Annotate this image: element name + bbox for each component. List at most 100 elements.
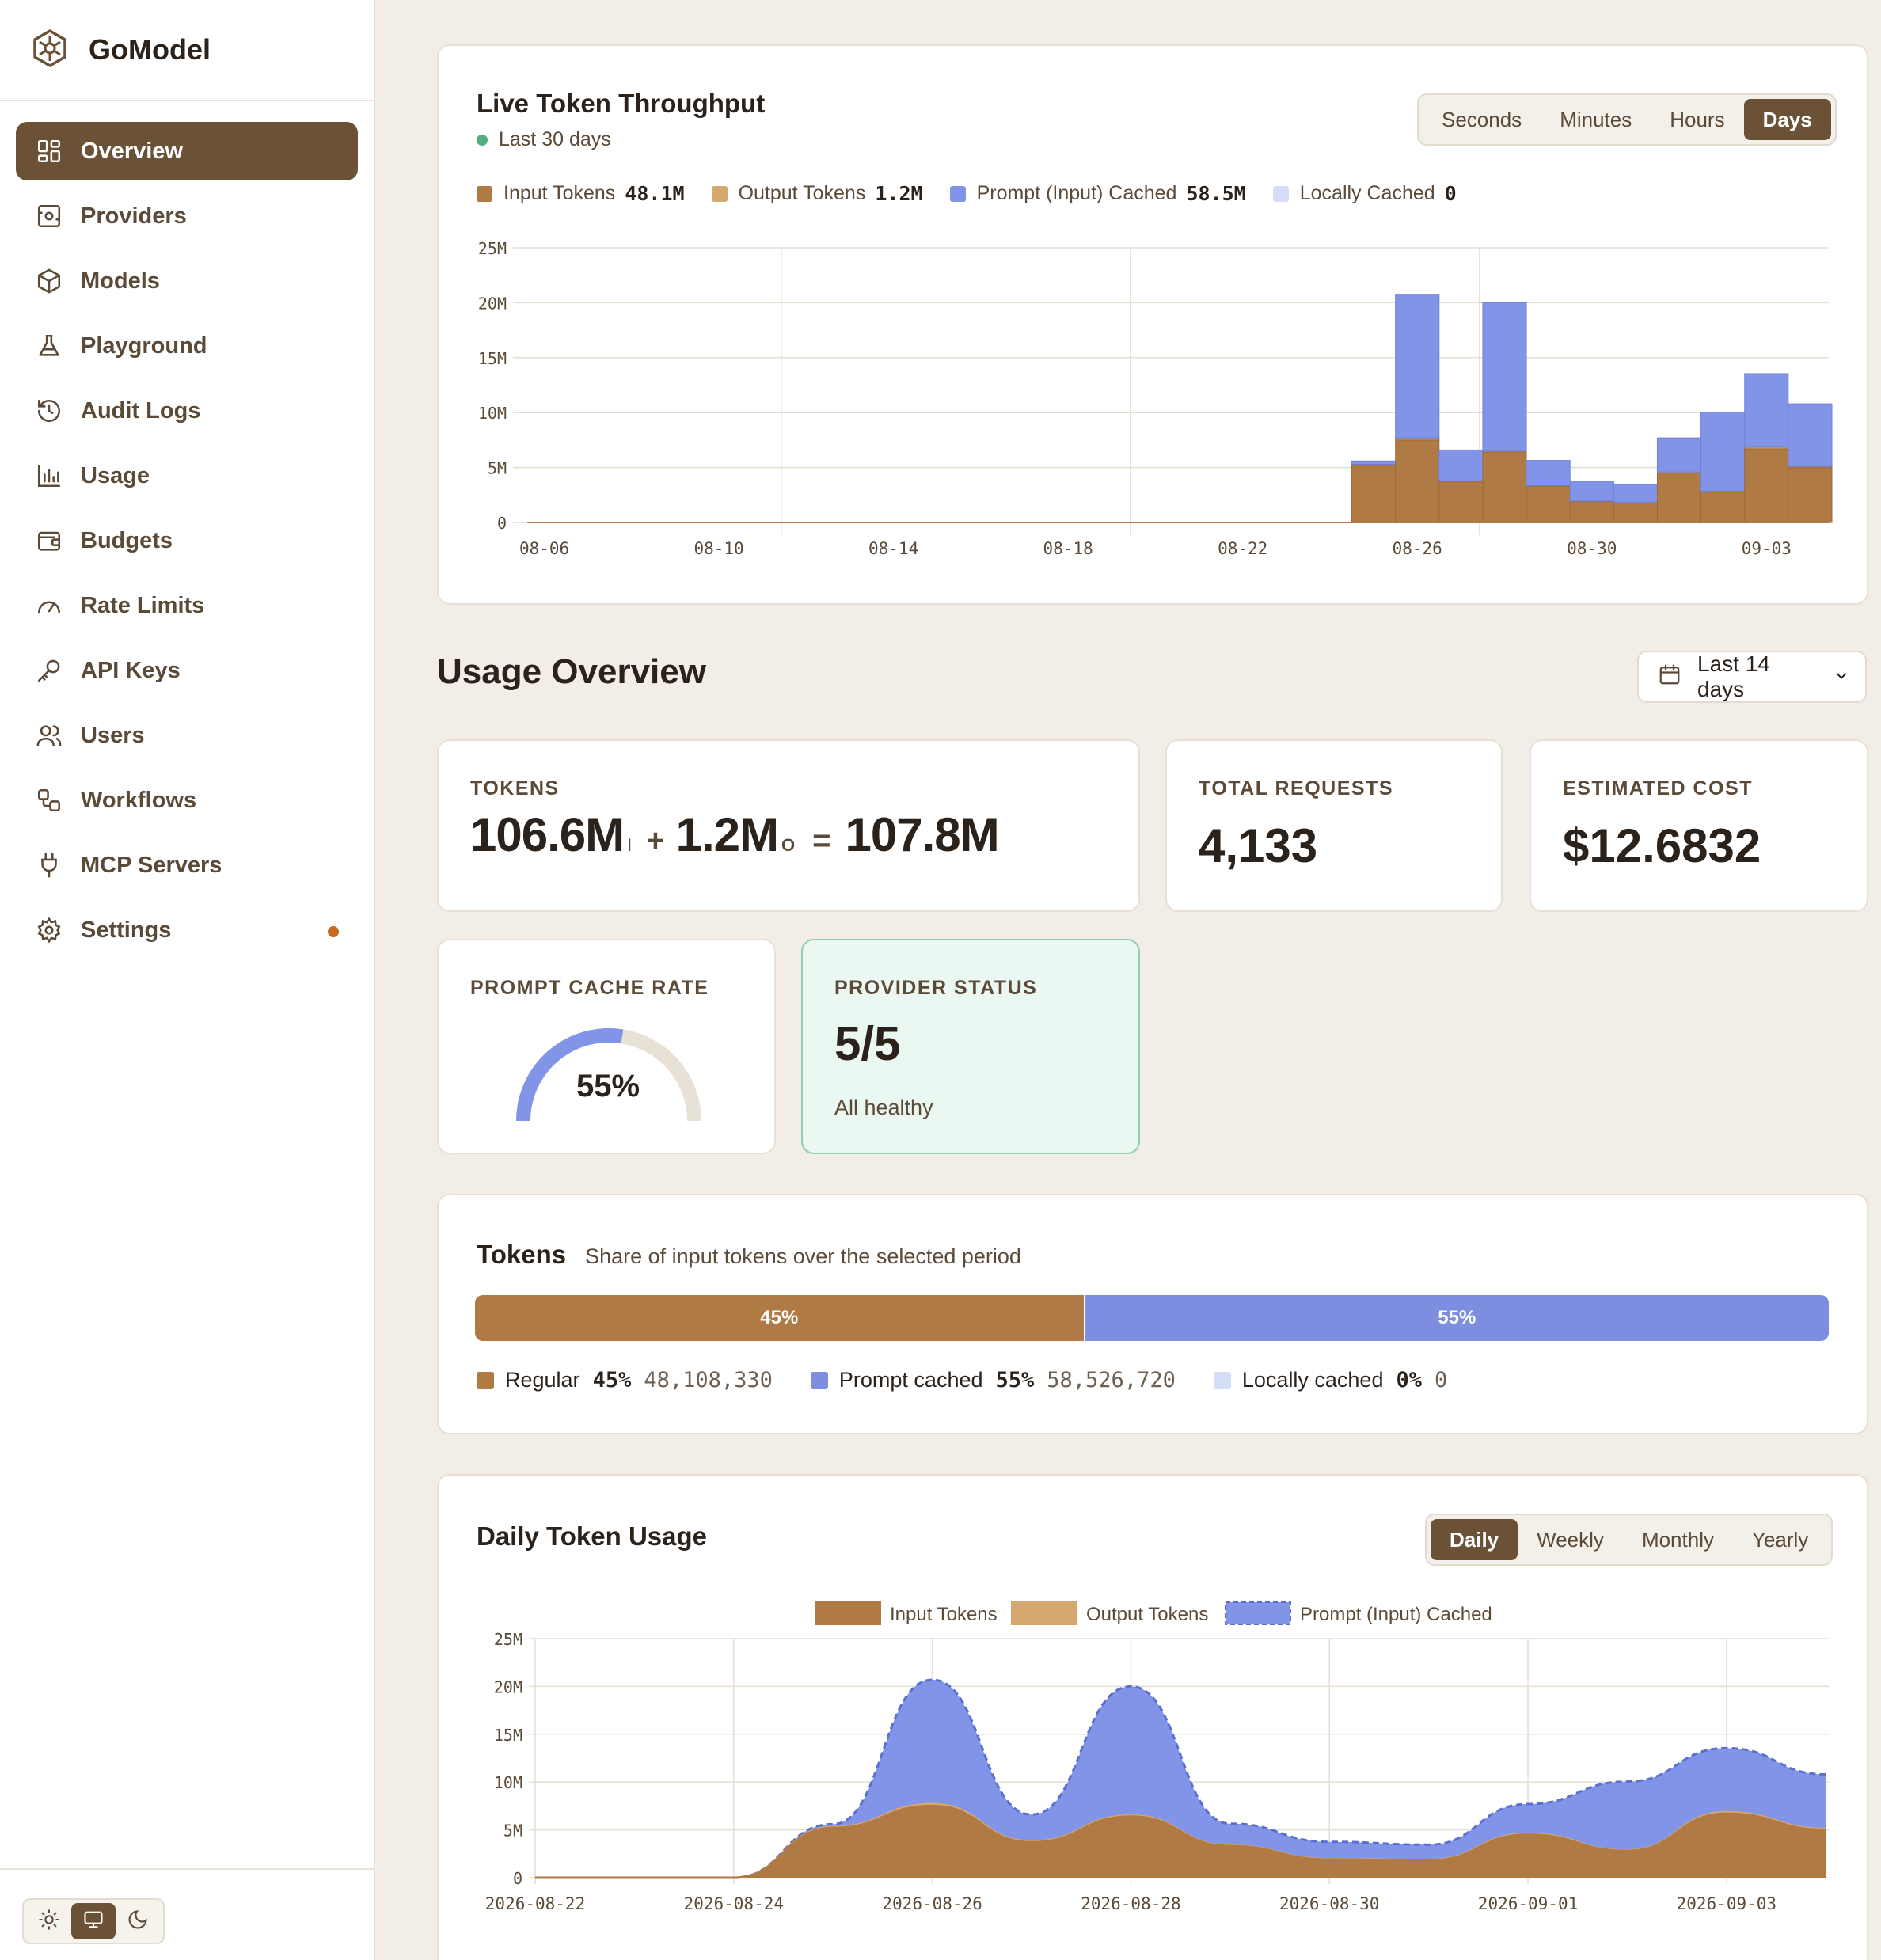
x-tick-label: 08-18	[1043, 539, 1093, 558]
x-tick-label: 08-14	[868, 539, 918, 558]
bar-prompt-input-cached	[1526, 460, 1571, 487]
y-tick-label: 5M	[504, 1821, 522, 1840]
sidebar-item-label: Overview	[81, 138, 183, 164]
usage-overview-title: Usage Overview	[437, 652, 706, 691]
tokens-metric-card: TOKENS 106.6M I + 1.2M O = 107.8M	[437, 739, 1140, 912]
y-tick-label: 0	[497, 514, 507, 533]
legend-input-tokens: Input Tokens	[890, 1604, 998, 1625]
bar-input-tokens	[1700, 491, 1746, 523]
bar-input-tokens	[1351, 465, 1396, 523]
bar-chart-icon	[35, 462, 63, 490]
brand[interactable]: GoModel	[0, 0, 374, 101]
cache-rate-value: 55%	[576, 1069, 640, 1103]
sidebar-item-label: Workflows	[81, 787, 197, 813]
sidebar-item-budgets[interactable]: Budgets	[16, 511, 358, 570]
throughput-chart: 0 5M 10M 15M 20M 25M 08-06 08-10 08-14 08-18 08-22…	[478, 239, 1833, 558]
theme-system-button[interactable]	[71, 1903, 116, 1939]
y-tick-label: 10M	[478, 404, 507, 423]
y-tick-label: 0	[513, 1869, 522, 1888]
plug-icon	[35, 851, 63, 879]
metric-label: ESTIMATED COST	[1563, 777, 1753, 800]
daily-usage-chart: Input Tokens Output Tokens Prompt (Input) …	[485, 1601, 1829, 1913]
tokens-metric-value: 106.6M I + 1.2M O = 107.8M	[470, 807, 1000, 862]
input-suffix: I	[627, 835, 633, 855]
bar-input-tokens	[1395, 439, 1440, 523]
bar-input-tokens	[1438, 481, 1484, 523]
equals-sign: =	[812, 823, 831, 858]
x-tick-label: 08-10	[694, 539, 743, 558]
x-tick-label: 08-26	[1393, 539, 1442, 558]
sidebar-footer	[0, 1868, 375, 1960]
gear-icon	[35, 916, 63, 944]
sidebar-item-models[interactable]: Models	[16, 252, 358, 310]
sidebar-item-overview[interactable]: Overview	[16, 122, 358, 180]
key-icon	[35, 656, 63, 685]
calendar-icon	[1658, 663, 1697, 692]
bar-prompt-input-cached	[1482, 302, 1527, 452]
sidebar-item-api-keys[interactable]: API Keys	[16, 641, 358, 700]
history-icon	[35, 397, 63, 425]
plus-sign: +	[646, 823, 665, 858]
provider-status-card[interactable]: PROVIDER STATUS 5/5 All healthy	[801, 939, 1140, 1154]
total-requests-card: TOTAL REQUESTS 4,133	[1165, 739, 1503, 912]
y-tick-label: 15M	[478, 349, 507, 368]
tokens-share-bar: 45% 55%	[475, 1295, 1829, 1341]
bar-input-tokens	[1656, 473, 1702, 523]
bar-input-tokens	[1482, 451, 1527, 523]
bar-prompt-input-cached	[1700, 412, 1746, 492]
legend-regular: Regular 45% 48,108,330	[477, 1368, 773, 1392]
app-name: GoModel	[89, 33, 211, 66]
sidebar-item-settings[interactable]: Settings	[16, 901, 358, 959]
x-tick-label: 2026-08-26	[882, 1894, 982, 1913]
metric-label: PROVIDER STATUS	[834, 977, 1038, 999]
notification-dot	[328, 926, 339, 937]
x-tick-label: 2026-08-22	[485, 1894, 585, 1913]
bar-prompt-input-cached	[1569, 481, 1614, 502]
total-requests-value: 4,133	[1199, 819, 1318, 872]
users-icon	[35, 721, 63, 750]
monitor-icon	[82, 1909, 104, 1935]
estimated-cost-card: ESTIMATED COST $12.6832	[1530, 739, 1868, 912]
theme-light-button[interactable]	[27, 1903, 71, 1939]
sidebar-item-label: Playground	[81, 332, 207, 359]
gauge-icon	[35, 591, 63, 620]
x-tick-label: 2026-09-03	[1677, 1894, 1776, 1913]
bar-input-tokens	[1788, 467, 1833, 523]
x-tick-label: 08-30	[1567, 539, 1617, 558]
date-range-select[interactable]: Last 14 days	[1637, 651, 1867, 703]
throughput-card: Live Token Throughput Last 30 days Secon…	[437, 44, 1868, 605]
sidebar-item-workflows[interactable]: Workflows	[16, 771, 358, 830]
legend-input-tokens-swatch	[815, 1601, 881, 1625]
sidebar-item-label: Settings	[81, 917, 172, 943]
tokens-share-legend: Regular 45% 48,108,330 Prompt cached 55%…	[477, 1368, 1474, 1392]
y-tick-label: 5M	[488, 459, 507, 478]
sidebar-item-mcp-servers[interactable]: MCP Servers	[16, 836, 358, 895]
chevron-down-icon	[1819, 664, 1865, 689]
sidebar-item-usage[interactable]: Usage	[16, 446, 358, 505]
prompt-cached-share-segment: 55%	[1085, 1295, 1829, 1341]
sidebar-nav: Overview Providers Models Playground Aud…	[0, 101, 374, 959]
sidebar-item-label: Usage	[81, 462, 150, 488]
sidebar-item-providers[interactable]: Providers	[16, 187, 358, 245]
output-tokens-value: 1.2M	[675, 808, 779, 861]
sun-icon	[38, 1909, 60, 1935]
total-tokens-value: 107.8M	[845, 808, 1000, 861]
sidebar-item-label: Budgets	[81, 527, 173, 553]
sidebar-item-rate-limits[interactable]: Rate Limits	[16, 576, 358, 635]
flask-icon	[35, 332, 63, 360]
workflow-icon	[35, 786, 63, 815]
theme-dark-button[interactable]	[116, 1903, 160, 1939]
bar-prompt-input-cached	[1395, 294, 1440, 439]
bar-input-tokens	[1613, 502, 1658, 523]
sidebar-item-audit-logs[interactable]: Audit Logs	[16, 382, 358, 440]
bar-prompt-input-cached	[1613, 484, 1658, 503]
moon-icon	[127, 1909, 149, 1935]
x-tick-label: 09-03	[1742, 539, 1792, 558]
sidebar-item-users[interactable]: Users	[16, 706, 358, 765]
tokens-share-title: Tokens	[477, 1240, 567, 1269]
x-tick-label: 08-06	[519, 539, 569, 558]
legend-prompt-cached-swatch	[1225, 1601, 1291, 1625]
sidebar: GoModel Overview Providers Models Playgr…	[0, 0, 375, 1960]
x-tick-label: 2026-08-24	[684, 1894, 784, 1913]
sidebar-item-playground[interactable]: Playground	[16, 317, 358, 375]
